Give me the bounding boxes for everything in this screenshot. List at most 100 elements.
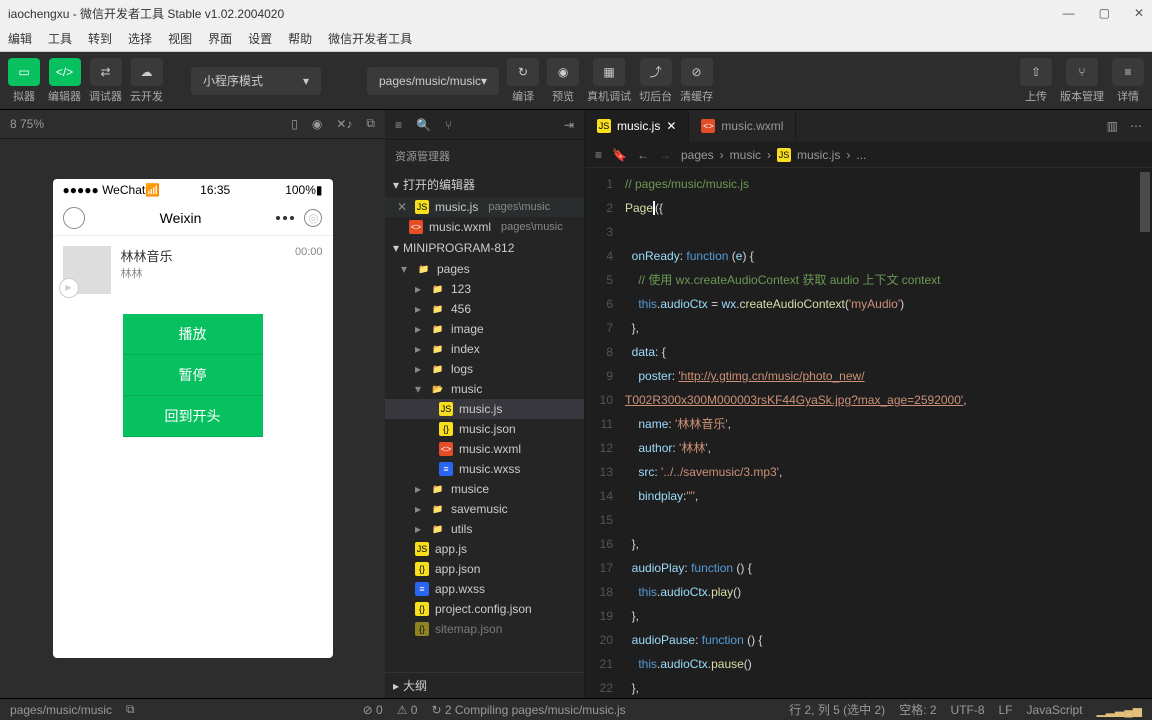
maximize-icon[interactable]: ▢ bbox=[1099, 6, 1110, 20]
mute-icon[interactable]: ✕♪ bbox=[336, 117, 352, 131]
menu-wechat-devtools[interactable]: 微信开发者工具 bbox=[328, 30, 412, 47]
phone-simulator: ●●●●● WeChat 📶 16:35 100% ▮ Weixin ◎ 林林音… bbox=[53, 179, 333, 658]
capsule-close-icon[interactable]: ◎ bbox=[304, 209, 322, 227]
collapse-icon[interactable]: ⇥ bbox=[564, 118, 574, 132]
pause-button[interactable]: 暂停 bbox=[123, 355, 263, 396]
status-encoding[interactable]: UTF-8 bbox=[951, 703, 985, 717]
status-bar: pages/music/music ⧉ ⊘ 0 ⚠ 0 ↻ 2 Compilin… bbox=[0, 698, 1152, 720]
version-button[interactable]: ⑂版本管理 bbox=[1060, 58, 1104, 104]
minimap-scroll[interactable] bbox=[1140, 172, 1150, 232]
search-icon[interactable]: 🔍 bbox=[416, 118, 431, 132]
folder-item[interactable]: ▸📁utils bbox=[385, 519, 584, 539]
details-button[interactable]: ≡详情 bbox=[1112, 58, 1144, 104]
folder-music[interactable]: ▾📂music bbox=[385, 379, 584, 399]
carrier-label: ●●●●● WeChat bbox=[63, 183, 146, 197]
status-eol[interactable]: LF bbox=[999, 703, 1013, 717]
status-page-path[interactable]: pages/music/music bbox=[10, 703, 112, 717]
menu-view[interactable]: 视图 bbox=[168, 30, 192, 47]
audio-cover[interactable] bbox=[63, 246, 111, 294]
back-icon[interactable]: ← bbox=[637, 148, 649, 162]
tab-close-icon[interactable]: ✕ bbox=[666, 119, 676, 133]
mode-dropdown[interactable]: 小程序模式▾ bbox=[191, 67, 321, 95]
menu-select[interactable]: 选择 bbox=[128, 30, 152, 47]
menu-interface[interactable]: 界面 bbox=[208, 30, 232, 47]
tab-music-wxml[interactable]: <>music.wxml bbox=[689, 110, 796, 142]
open-editor-item[interactable]: ✕JSmusic.jspages\music bbox=[385, 197, 584, 217]
bookmark-icon[interactable]: 🔖 bbox=[612, 148, 627, 162]
menu-edit[interactable]: 编辑 bbox=[8, 30, 32, 47]
status-lang[interactable]: JavaScript bbox=[1027, 703, 1083, 717]
project-header[interactable]: ▾MINIPROGRAM-812 bbox=[385, 237, 584, 259]
menu-settings[interactable]: 设置 bbox=[248, 30, 272, 47]
explorer-menu-icon[interactable]: ≡ bbox=[395, 118, 402, 132]
menu-goto[interactable]: 转到 bbox=[88, 30, 112, 47]
file-app-wxss[interactable]: ≡app.wxss bbox=[385, 579, 584, 599]
upload-button[interactable]: ⇧上传 bbox=[1020, 58, 1052, 104]
background-button[interactable]: ⤴切后台 bbox=[639, 58, 672, 104]
editor-panel: JSmusic.js✕ <>music.wxml ▥ ⋯ ≡ 🔖 ← → pag… bbox=[585, 110, 1152, 698]
folder-pages[interactable]: ▾📁pages bbox=[385, 259, 584, 279]
editor-toggle[interactable]: </>编辑器 bbox=[48, 58, 81, 104]
folder-item[interactable]: ▸📁index bbox=[385, 339, 584, 359]
menu-tools[interactable]: 工具 bbox=[48, 30, 72, 47]
split-icon[interactable]: ▥ bbox=[1107, 119, 1118, 133]
file-app-json[interactable]: {}app.json bbox=[385, 559, 584, 579]
window-controls: — ▢ ✕ bbox=[1063, 6, 1144, 20]
page-dropdown[interactable]: pages/music/music▾ bbox=[367, 67, 499, 95]
status-warnings[interactable]: ⚠ 0 bbox=[397, 703, 418, 717]
simulator-toggle[interactable]: ▭拟器 bbox=[8, 58, 40, 104]
outline-header[interactable]: ▸大纲 bbox=[385, 672, 584, 698]
more-icon[interactable]: ⋯ bbox=[1130, 119, 1142, 133]
preview-button[interactable]: ◉预览 bbox=[547, 58, 579, 104]
folder-item[interactable]: ▸📁image bbox=[385, 319, 584, 339]
record-icon[interactable]: ◉ bbox=[312, 117, 322, 131]
folder-item[interactable]: ▸📁123 bbox=[385, 279, 584, 299]
folder-item[interactable]: ▸📁musice bbox=[385, 479, 584, 499]
open-editor-item[interactable]: <>music.wxmlpages\music bbox=[385, 217, 584, 237]
play-button[interactable]: 播放 bbox=[123, 314, 263, 355]
menu-help[interactable]: 帮助 bbox=[288, 30, 312, 47]
status-compiling[interactable]: ↻ 2 Compiling pages/music/music.js bbox=[431, 703, 625, 717]
file-app-js[interactable]: JSapp.js bbox=[385, 539, 584, 559]
capsule-menu-icon[interactable] bbox=[276, 216, 294, 220]
file-music-json[interactable]: {}music.json bbox=[385, 419, 584, 439]
close-icon[interactable]: ✕ bbox=[397, 200, 409, 214]
status-cursor[interactable]: 行 2, 列 5 (选中 2) bbox=[789, 701, 885, 718]
folder-item[interactable]: ▸📁456 bbox=[385, 299, 584, 319]
minimize-icon[interactable]: — bbox=[1063, 6, 1075, 20]
file-music-js[interactable]: JSmusic.js bbox=[385, 399, 584, 419]
file-music-wxss[interactable]: ≡music.wxss bbox=[385, 459, 584, 479]
menu-bar: 编辑 工具 转到 选择 视图 界面 设置 帮助 微信开发者工具 bbox=[0, 26, 1152, 52]
file-music-wxml[interactable]: <>music.wxml bbox=[385, 439, 584, 459]
zoom-level[interactable]: 8 75% bbox=[10, 117, 277, 131]
compile-button[interactable]: ↻编译 bbox=[507, 58, 539, 104]
tab-music-js[interactable]: JSmusic.js✕ bbox=[585, 110, 689, 142]
clearcache-button[interactable]: ⊘清缓存 bbox=[680, 58, 713, 104]
home-icon[interactable] bbox=[63, 207, 85, 229]
audio-time: 00:00 bbox=[295, 246, 323, 294]
phone-status-bar: ●●●●● WeChat 📶 16:35 100% ▮ bbox=[53, 179, 333, 201]
restart-button[interactable]: 回到开头 bbox=[123, 396, 263, 437]
editor-tabs: JSmusic.js✕ <>music.wxml ▥ ⋯ bbox=[585, 110, 1152, 142]
status-spaces[interactable]: 空格: 2 bbox=[899, 701, 936, 718]
copy-path-icon[interactable]: ⧉ bbox=[126, 702, 135, 717]
code-editor[interactable]: 1// pages/music/music.js 2Page({ 3 4 onR… bbox=[585, 168, 1152, 698]
audio-card: 林林音乐 林林 00:00 bbox=[53, 236, 333, 304]
file-sitemap[interactable]: {}sitemap.json bbox=[385, 619, 584, 639]
file-project-config[interactable]: {}project.config.json bbox=[385, 599, 584, 619]
branch-icon[interactable]: ⑂ bbox=[445, 118, 452, 132]
debugger-toggle[interactable]: ⇄调试器 bbox=[89, 58, 122, 104]
close-icon[interactable]: ✕ bbox=[1134, 6, 1144, 20]
device-icon[interactable]: ▯ bbox=[291, 117, 298, 131]
folder-item[interactable]: ▸📁savemusic bbox=[385, 499, 584, 519]
status-errors[interactable]: ⊘ 0 bbox=[363, 703, 383, 717]
forward-icon[interactable]: → bbox=[659, 148, 671, 162]
folder-item[interactable]: ▸📁logs bbox=[385, 359, 584, 379]
bookmark-icon[interactable]: ≡ bbox=[595, 148, 602, 162]
copy-icon[interactable]: ⧉ bbox=[366, 116, 375, 131]
open-editors-header[interactable]: ▾打开的编辑器 bbox=[385, 172, 584, 197]
realdebug-button[interactable]: ▦真机调试 bbox=[587, 58, 631, 104]
audio-name: 林林音乐 bbox=[121, 246, 285, 265]
cloud-dev[interactable]: ☁云开发 bbox=[130, 58, 163, 104]
breadcrumb: ≡ 🔖 ← → pages› music› JSmusic.js› ... bbox=[585, 142, 1152, 168]
